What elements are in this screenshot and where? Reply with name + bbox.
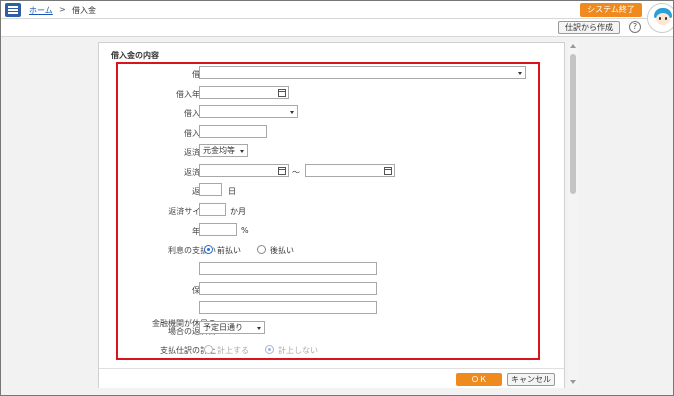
- vertical-scrollbar[interactable]: [568, 42, 578, 388]
- rate-unit: %: [241, 226, 249, 235]
- journal-norecord-radio[interactable]: [265, 345, 274, 354]
- period-separator: ～: [292, 168, 300, 177]
- row-repay-method: 返済方法 元金均等: [118, 144, 538, 160]
- create-from-journal-button[interactable]: 仕訳から作成: [558, 21, 620, 34]
- top-bar: ホーム > 借入金 システム終了: [1, 1, 673, 19]
- calendar-icon[interactable]: [278, 89, 286, 97]
- collateral-input[interactable]: [199, 262, 377, 275]
- calendar-icon[interactable]: [384, 167, 392, 175]
- row-journal-entry: 支払仕訳の計上 計上する 計上しない: [118, 342, 538, 358]
- lender-select[interactable]: [199, 66, 526, 79]
- borrow-date-input[interactable]: [199, 86, 289, 99]
- row-borrow-date: 借入年月日: [118, 86, 538, 102]
- repay-cycle-unit: か月: [230, 207, 246, 216]
- journal-record-label: 計上する: [217, 346, 249, 355]
- chevron-down-icon: [257, 327, 261, 330]
- menu-icon[interactable]: [5, 3, 21, 17]
- help-icon[interactable]: ?: [629, 21, 641, 33]
- repay-period-start-input[interactable]: [199, 164, 289, 177]
- journal-norecord-label: 計上しない: [278, 346, 318, 355]
- scroll-thumb[interactable]: [570, 54, 576, 194]
- repay-day-unit: 日: [228, 187, 236, 196]
- row-guarantor: 保証人: [118, 282, 538, 298]
- interest-postpay-label: 後払い: [270, 246, 294, 255]
- interest-postpay-radio[interactable]: [257, 245, 266, 254]
- repay-method-value: 元金均等: [203, 146, 235, 155]
- rate-input[interactable]: [199, 223, 237, 236]
- amount-input[interactable]: [199, 125, 267, 138]
- loan-form-panel: 借入金の内容 借入先 借入年月日 借入目的 借入金額: [98, 42, 565, 388]
- interest-prepay-label: 前払い: [217, 246, 241, 255]
- guarantor-input[interactable]: [199, 282, 377, 295]
- row-lender: 借入先: [118, 66, 538, 82]
- holiday-repay-select[interactable]: 予定日通り: [199, 321, 265, 334]
- row-rate: 年利率 %: [118, 223, 538, 239]
- scroll-down-icon[interactable]: [570, 380, 576, 384]
- row-amount: 借入金額: [118, 125, 538, 141]
- form-footer: ＯＫ キャンセル: [99, 368, 564, 388]
- label-interest-payment: 利息の支払い: [168, 246, 216, 255]
- cancel-button[interactable]: キャンセル: [507, 373, 555, 386]
- chevron-down-icon: [290, 111, 294, 114]
- ok-button[interactable]: ＯＫ: [456, 373, 502, 386]
- breadcrumb-separator: >: [59, 5, 66, 14]
- section-title: 借入金の内容: [111, 51, 159, 60]
- row-repay-cycle: 返済サイクル か月: [118, 203, 538, 219]
- breadcrumb-home-link[interactable]: ホーム: [29, 5, 53, 16]
- purpose-select[interactable]: [199, 105, 298, 118]
- breadcrumb-current: 借入金: [72, 6, 96, 15]
- repay-period-end-input[interactable]: [305, 164, 395, 177]
- row-purpose: 借入目的: [118, 105, 538, 121]
- calendar-icon[interactable]: [278, 167, 286, 175]
- row-collateral: 担保: [118, 262, 538, 278]
- row-interest-payment: 利息の支払い 前払い 後払い: [118, 242, 538, 258]
- repay-cycle-input[interactable]: [199, 203, 226, 216]
- chevron-down-icon: [518, 72, 522, 75]
- row-holiday-repay: 金融機関が休日の 場合の返済日 予定日通り: [118, 320, 538, 337]
- interest-prepay-radio[interactable]: [204, 245, 213, 254]
- row-repay-period: 返済期間 ～: [118, 164, 538, 180]
- repay-day-input[interactable]: [199, 183, 222, 196]
- remarks-input[interactable]: [199, 301, 377, 314]
- label-journal-entry: 支払仕訳の計上: [160, 346, 216, 355]
- form-highlight-box: 借入先 借入年月日 借入目的 借入金額 返済方法 元金均等: [116, 62, 540, 360]
- scroll-up-icon[interactable]: [570, 44, 576, 48]
- journal-record-radio[interactable]: [204, 345, 213, 354]
- system-exit-button[interactable]: システム終了: [580, 3, 642, 17]
- repay-method-select[interactable]: 元金均等: [199, 144, 248, 157]
- mascot-avatar-icon[interactable]: [647, 3, 673, 33]
- holiday-repay-value: 予定日通り: [203, 323, 243, 332]
- row-remarks: 備考: [118, 301, 538, 317]
- action-bar: 仕訳から作成 ?: [1, 19, 673, 37]
- app-window: ホーム > 借入金 システム終了 仕訳から作成 ? 借入金の内容 借入先 借入年…: [0, 0, 674, 396]
- row-repay-day: 返済日 日: [118, 183, 538, 199]
- chevron-down-icon: [240, 150, 244, 153]
